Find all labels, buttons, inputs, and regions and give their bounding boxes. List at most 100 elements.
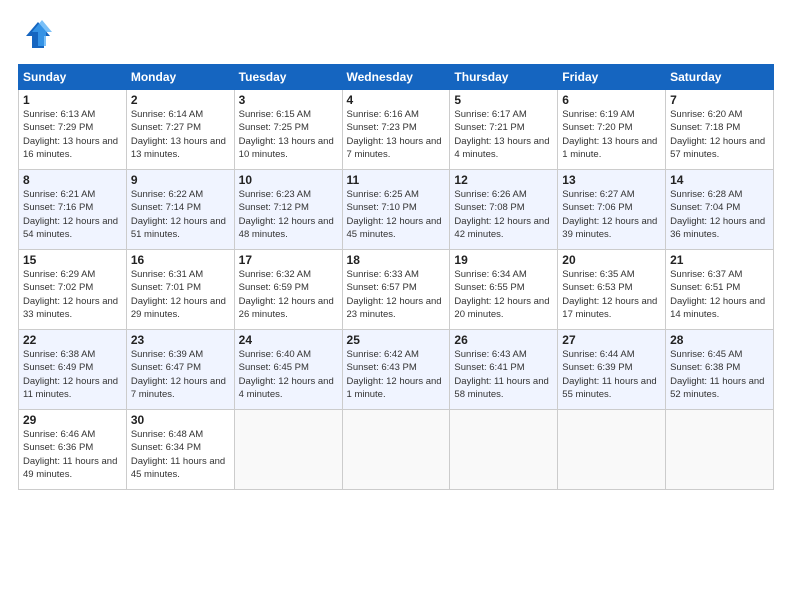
- logo-icon: [18, 18, 54, 54]
- calendar: SundayMondayTuesdayWednesdayThursdayFrid…: [18, 64, 774, 490]
- day-info: Sunrise: 6:46 AMSunset: 6:36 PMDaylight:…: [23, 428, 122, 481]
- day-number: 3: [239, 93, 338, 107]
- day-number: 29: [23, 413, 122, 427]
- calendar-week-3: 15Sunrise: 6:29 AMSunset: 7:02 PMDayligh…: [19, 250, 774, 330]
- calendar-cell: 27Sunrise: 6:44 AMSunset: 6:39 PMDayligh…: [558, 330, 666, 410]
- day-number: 10: [239, 173, 338, 187]
- calendar-cell: 10Sunrise: 6:23 AMSunset: 7:12 PMDayligh…: [234, 170, 342, 250]
- calendar-cell: 20Sunrise: 6:35 AMSunset: 6:53 PMDayligh…: [558, 250, 666, 330]
- calendar-cell: 12Sunrise: 6:26 AMSunset: 7:08 PMDayligh…: [450, 170, 558, 250]
- day-number: 9: [131, 173, 230, 187]
- day-number: 14: [670, 173, 769, 187]
- day-info: Sunrise: 6:44 AMSunset: 6:39 PMDaylight:…: [562, 348, 661, 401]
- day-number: 17: [239, 253, 338, 267]
- calendar-cell: 16Sunrise: 6:31 AMSunset: 7:01 PMDayligh…: [126, 250, 234, 330]
- day-info: Sunrise: 6:27 AMSunset: 7:06 PMDaylight:…: [562, 188, 661, 241]
- day-info: Sunrise: 6:48 AMSunset: 6:34 PMDaylight:…: [131, 428, 230, 481]
- calendar-cell: 14Sunrise: 6:28 AMSunset: 7:04 PMDayligh…: [666, 170, 774, 250]
- day-info: Sunrise: 6:17 AMSunset: 7:21 PMDaylight:…: [454, 108, 553, 161]
- calendar-cell: 18Sunrise: 6:33 AMSunset: 6:57 PMDayligh…: [342, 250, 450, 330]
- day-info: Sunrise: 6:35 AMSunset: 6:53 PMDaylight:…: [562, 268, 661, 321]
- day-info: Sunrise: 6:21 AMSunset: 7:16 PMDaylight:…: [23, 188, 122, 241]
- calendar-cell: [234, 410, 342, 490]
- day-info: Sunrise: 6:19 AMSunset: 7:20 PMDaylight:…: [562, 108, 661, 161]
- calendar-cell: 17Sunrise: 6:32 AMSunset: 6:59 PMDayligh…: [234, 250, 342, 330]
- day-number: 13: [562, 173, 661, 187]
- day-info: Sunrise: 6:40 AMSunset: 6:45 PMDaylight:…: [239, 348, 338, 401]
- calendar-cell: [666, 410, 774, 490]
- calendar-cell: 9Sunrise: 6:22 AMSunset: 7:14 PMDaylight…: [126, 170, 234, 250]
- calendar-week-2: 8Sunrise: 6:21 AMSunset: 7:16 PMDaylight…: [19, 170, 774, 250]
- calendar-header-sunday: Sunday: [19, 65, 127, 90]
- day-info: Sunrise: 6:37 AMSunset: 6:51 PMDaylight:…: [670, 268, 769, 321]
- calendar-cell: 6Sunrise: 6:19 AMSunset: 7:20 PMDaylight…: [558, 90, 666, 170]
- day-info: Sunrise: 6:22 AMSunset: 7:14 PMDaylight:…: [131, 188, 230, 241]
- day-number: 19: [454, 253, 553, 267]
- day-number: 12: [454, 173, 553, 187]
- calendar-cell: 28Sunrise: 6:45 AMSunset: 6:38 PMDayligh…: [666, 330, 774, 410]
- day-info: Sunrise: 6:38 AMSunset: 6:49 PMDaylight:…: [23, 348, 122, 401]
- calendar-cell: 11Sunrise: 6:25 AMSunset: 7:10 PMDayligh…: [342, 170, 450, 250]
- day-info: Sunrise: 6:28 AMSunset: 7:04 PMDaylight:…: [670, 188, 769, 241]
- calendar-cell: [450, 410, 558, 490]
- day-number: 1: [23, 93, 122, 107]
- day-info: Sunrise: 6:25 AMSunset: 7:10 PMDaylight:…: [347, 188, 446, 241]
- day-number: 5: [454, 93, 553, 107]
- day-number: 7: [670, 93, 769, 107]
- calendar-header-wednesday: Wednesday: [342, 65, 450, 90]
- logo-area: [18, 18, 58, 54]
- day-number: 18: [347, 253, 446, 267]
- day-info: Sunrise: 6:29 AMSunset: 7:02 PMDaylight:…: [23, 268, 122, 321]
- day-number: 27: [562, 333, 661, 347]
- day-info: Sunrise: 6:31 AMSunset: 7:01 PMDaylight:…: [131, 268, 230, 321]
- calendar-cell: 30Sunrise: 6:48 AMSunset: 6:34 PMDayligh…: [126, 410, 234, 490]
- calendar-cell: 8Sunrise: 6:21 AMSunset: 7:16 PMDaylight…: [19, 170, 127, 250]
- calendar-cell: 1Sunrise: 6:13 AMSunset: 7:29 PMDaylight…: [19, 90, 127, 170]
- calendar-cell: 19Sunrise: 6:34 AMSunset: 6:55 PMDayligh…: [450, 250, 558, 330]
- calendar-body: 1Sunrise: 6:13 AMSunset: 7:29 PMDaylight…: [19, 90, 774, 490]
- calendar-cell: 7Sunrise: 6:20 AMSunset: 7:18 PMDaylight…: [666, 90, 774, 170]
- day-number: 24: [239, 333, 338, 347]
- calendar-cell: 13Sunrise: 6:27 AMSunset: 7:06 PMDayligh…: [558, 170, 666, 250]
- calendar-header-thursday: Thursday: [450, 65, 558, 90]
- day-info: Sunrise: 6:32 AMSunset: 6:59 PMDaylight:…: [239, 268, 338, 321]
- calendar-week-4: 22Sunrise: 6:38 AMSunset: 6:49 PMDayligh…: [19, 330, 774, 410]
- day-number: 15: [23, 253, 122, 267]
- day-info: Sunrise: 6:23 AMSunset: 7:12 PMDaylight:…: [239, 188, 338, 241]
- calendar-cell: 22Sunrise: 6:38 AMSunset: 6:49 PMDayligh…: [19, 330, 127, 410]
- day-number: 23: [131, 333, 230, 347]
- calendar-cell: 4Sunrise: 6:16 AMSunset: 7:23 PMDaylight…: [342, 90, 450, 170]
- day-info: Sunrise: 6:39 AMSunset: 6:47 PMDaylight:…: [131, 348, 230, 401]
- day-number: 6: [562, 93, 661, 107]
- day-number: 25: [347, 333, 446, 347]
- day-number: 4: [347, 93, 446, 107]
- calendar-cell: 25Sunrise: 6:42 AMSunset: 6:43 PMDayligh…: [342, 330, 450, 410]
- day-info: Sunrise: 6:26 AMSunset: 7:08 PMDaylight:…: [454, 188, 553, 241]
- calendar-cell: [342, 410, 450, 490]
- day-info: Sunrise: 6:45 AMSunset: 6:38 PMDaylight:…: [670, 348, 769, 401]
- calendar-cell: 21Sunrise: 6:37 AMSunset: 6:51 PMDayligh…: [666, 250, 774, 330]
- page: SundayMondayTuesdayWednesdayThursdayFrid…: [0, 0, 792, 612]
- day-number: 8: [23, 173, 122, 187]
- calendar-header-friday: Friday: [558, 65, 666, 90]
- day-info: Sunrise: 6:20 AMSunset: 7:18 PMDaylight:…: [670, 108, 769, 161]
- calendar-header-monday: Monday: [126, 65, 234, 90]
- calendar-cell: 3Sunrise: 6:15 AMSunset: 7:25 PMDaylight…: [234, 90, 342, 170]
- day-info: Sunrise: 6:13 AMSunset: 7:29 PMDaylight:…: [23, 108, 122, 161]
- day-number: 16: [131, 253, 230, 267]
- day-number: 2: [131, 93, 230, 107]
- header: [18, 18, 774, 54]
- calendar-cell: 5Sunrise: 6:17 AMSunset: 7:21 PMDaylight…: [450, 90, 558, 170]
- day-number: 26: [454, 333, 553, 347]
- calendar-week-1: 1Sunrise: 6:13 AMSunset: 7:29 PMDaylight…: [19, 90, 774, 170]
- day-number: 22: [23, 333, 122, 347]
- day-info: Sunrise: 6:42 AMSunset: 6:43 PMDaylight:…: [347, 348, 446, 401]
- day-info: Sunrise: 6:34 AMSunset: 6:55 PMDaylight:…: [454, 268, 553, 321]
- calendar-cell: 29Sunrise: 6:46 AMSunset: 6:36 PMDayligh…: [19, 410, 127, 490]
- calendar-cell: 2Sunrise: 6:14 AMSunset: 7:27 PMDaylight…: [126, 90, 234, 170]
- day-number: 28: [670, 333, 769, 347]
- calendar-header-tuesday: Tuesday: [234, 65, 342, 90]
- calendar-cell: 26Sunrise: 6:43 AMSunset: 6:41 PMDayligh…: [450, 330, 558, 410]
- calendar-week-5: 29Sunrise: 6:46 AMSunset: 6:36 PMDayligh…: [19, 410, 774, 490]
- day-info: Sunrise: 6:15 AMSunset: 7:25 PMDaylight:…: [239, 108, 338, 161]
